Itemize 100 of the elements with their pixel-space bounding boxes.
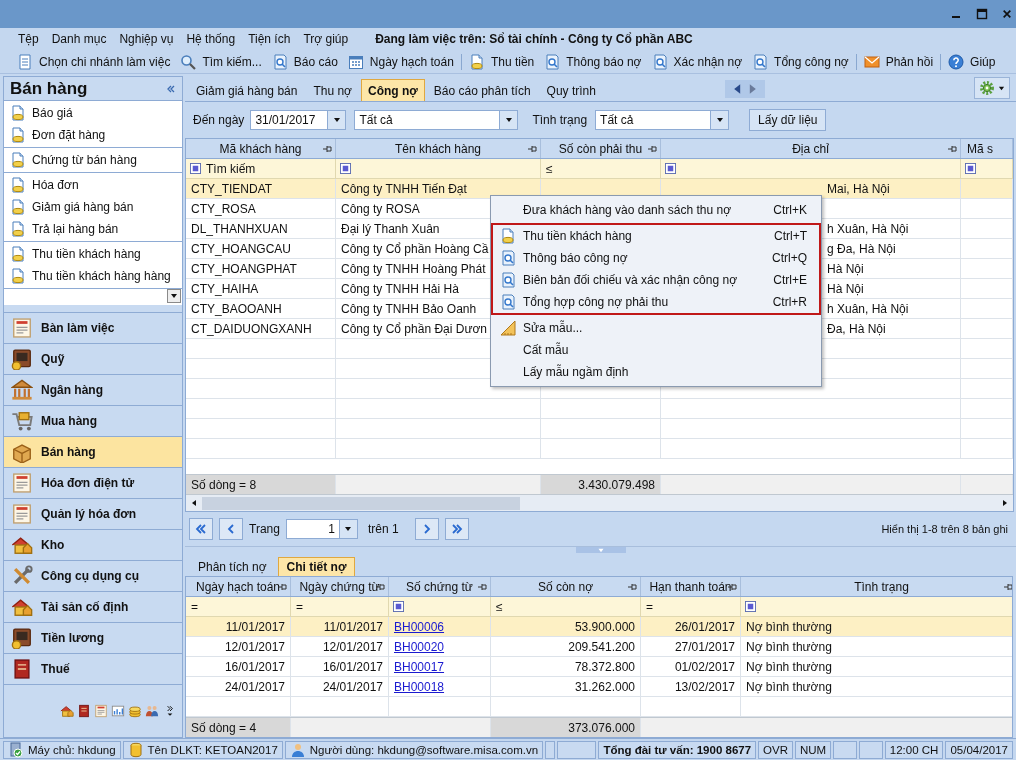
table-row[interactable]: 16/01/2017 16/01/2017 BH00017 78.372.800 01/02/2017 Nợ bình thường <box>186 657 1012 677</box>
scroll-right-icon[interactable] <box>1001 499 1009 507</box>
pin-icon[interactable] <box>647 144 657 154</box>
toolbar-button[interactable]: Báo cáo <box>266 50 343 73</box>
filter-operator[interactable]: = <box>190 599 199 614</box>
dropdown-button[interactable] <box>328 110 347 130</box>
menu-item[interactable]: Sửa mẫu... <box>493 317 819 339</box>
filter-icon[interactable] <box>745 601 756 612</box>
menu-item[interactable]: Biên bản đối chiếu và xác nhận công nợ Ctrl+E <box>493 269 819 291</box>
table-row[interactable]: 12/01/2017 12/01/2017 BH00020 209.541.200 27/01/2017 Nợ bình thường <box>186 637 1012 657</box>
column-header[interactable]: Số còn nợ <box>491 577 641 596</box>
menu-item[interactable]: Tổng hợp công nợ phải thu Ctrl+R <box>493 291 819 313</box>
filter-icon[interactable] <box>190 163 201 174</box>
menu-item[interactable]: Danh mục <box>51 32 107 46</box>
menu-item[interactable]: Đưa khách hàng vào danh sách thu nợ Ctrl+K <box>493 199 819 221</box>
toolbar-button[interactable]: Tổng công nợ <box>747 50 854 73</box>
filter-icon[interactable] <box>965 163 976 174</box>
menu-item[interactable]: Trợ giúp <box>303 32 349 46</box>
house-icon[interactable] <box>60 704 74 718</box>
toolbar-button[interactable]: Tìm kiếm... <box>175 50 267 73</box>
filter-operator[interactable]: ≤ <box>545 161 554 176</box>
pin-icon[interactable] <box>627 582 637 592</box>
menu-item[interactable]: Nghiệp vụ <box>119 32 174 46</box>
module-button[interactable]: Bán hàng <box>4 437 182 468</box>
load-data-button[interactable]: Lấy dữ liệu <box>749 109 827 131</box>
chart-icon[interactable] <box>111 704 125 718</box>
pin-icon[interactable] <box>477 582 487 592</box>
table-row[interactable]: 24/01/2017 24/01/2017 BH00018 31.262.000 13/02/2017 Nợ bình thường <box>186 677 1012 697</box>
menu-item[interactable]: Tiện ích <box>248 32 291 46</box>
settings-button[interactable] <box>974 77 1010 99</box>
pin-icon[interactable] <box>322 144 332 154</box>
menu-item[interactable]: Thông báo công nợ Ctrl+Q <box>493 247 819 269</box>
first-page-button[interactable] <box>189 518 213 540</box>
voucher-link[interactable]: BH00020 <box>394 639 445 654</box>
splitter-handle[interactable] <box>575 547 626 553</box>
tab[interactable]: Báo cáo phân tích <box>426 79 538 101</box>
toolbar-button[interactable]: Xác nhận nợ <box>646 50 748 73</box>
column-header[interactable]: Tên khách hàng <box>336 139 541 158</box>
voucher-link[interactable]: BH00006 <box>394 619 445 634</box>
menu-item[interactable]: Hệ thống <box>186 32 236 46</box>
filter-icon[interactable] <box>665 163 676 174</box>
book-icon[interactable] <box>77 704 91 718</box>
people-icon[interactable] <box>145 704 159 718</box>
column-header[interactable]: Mã s <box>961 139 1013 158</box>
menu-item[interactable]: Tệp <box>18 32 39 46</box>
toolbar-button[interactable]: Phản hồi <box>858 50 939 73</box>
table-row[interactable]: CTY_TIENDAT Công ty TNHH Tiến Đạt Mai, Hà Nội <box>186 179 1013 199</box>
column-header[interactable]: Số còn phải thu <box>541 139 661 158</box>
more-icon[interactable] <box>166 705 174 717</box>
maximize-icon[interactable] <box>976 8 988 20</box>
toolbar-button[interactable]: Chọn chi nhánh làm việc <box>12 50 176 73</box>
tab[interactable]: Quy trình <box>539 79 603 101</box>
task-item[interactable]: Đơn đặt hàng <box>4 124 182 146</box>
tab[interactable]: Thu nợ <box>306 79 359 101</box>
task-item[interactable]: Báo giá <box>4 102 182 124</box>
toolbar-button[interactable]: Thu tiền <box>463 50 540 73</box>
last-page-button[interactable] <box>444 518 469 540</box>
column-header[interactable]: Số chứng từ <box>389 577 491 596</box>
task-item[interactable]: Thu tiền khách hàng hàng <box>4 265 182 287</box>
date-field[interactable]: 31/01/2017 <box>250 110 329 130</box>
filter-icon[interactable] <box>393 601 404 612</box>
column-header[interactable]: Địa chỉ <box>661 139 961 158</box>
tab-scroll-buttons[interactable] <box>724 80 765 98</box>
search-filter-text[interactable]: Tìm kiếm <box>206 161 256 176</box>
close-icon[interactable] <box>1002 8 1012 20</box>
menu-item[interactable]: Thu tiền khách hàng Ctrl+T <box>493 225 819 247</box>
collapse-icon[interactable] <box>166 83 176 94</box>
task-item[interactable]: Trả lại hàng bán <box>4 218 182 240</box>
pin-icon[interactable] <box>277 582 287 592</box>
next-page-button[interactable] <box>414 518 439 540</box>
toolbar-button[interactable]: Ngày hạch toán <box>342 50 459 73</box>
menu-item[interactable]: Cất mẫu <box>493 339 819 361</box>
scroll-left-icon[interactable] <box>190 499 198 507</box>
pin-icon[interactable] <box>527 144 537 154</box>
column-header[interactable]: Tình trạng <box>741 577 1012 596</box>
menu-item[interactable]: Lấy mẫu ngầm định <box>493 361 819 383</box>
pin-icon[interactable] <box>947 144 957 154</box>
filter-operator[interactable]: = <box>645 599 654 614</box>
tab[interactable]: Giảm giá hàng bán <box>189 79 305 101</box>
scroll-thumb[interactable] <box>202 496 520 510</box>
scroll-down-button[interactable] <box>167 289 181 303</box>
task-item[interactable]: Hóa đơn <box>4 174 182 196</box>
column-header[interactable]: Ngày hạch toán <box>186 577 291 596</box>
pin-icon[interactable] <box>1003 582 1012 592</box>
column-header[interactable]: Hạn thanh toán <box>641 577 741 596</box>
tab[interactable]: Công nợ <box>360 79 425 101</box>
status-field[interactable]: Tất cả <box>595 110 712 130</box>
task-item[interactable]: Giảm giá hàng bán <box>4 196 182 218</box>
task-item[interactable]: Chứng từ bán hàng <box>4 149 182 171</box>
page-field[interactable]: 1 <box>285 519 340 539</box>
filter-operator[interactable]: ≤ <box>495 599 504 614</box>
toolbar-button[interactable]: Thông báo nợ <box>539 50 647 73</box>
table-row[interactable]: 11/01/2017 11/01/2017 BH00006 53.900.000 26/01/2017 Nợ bình thường <box>186 617 1012 637</box>
scope-field[interactable]: Tất cả <box>354 110 501 130</box>
column-header[interactable]: Mã khách hàng <box>186 139 336 158</box>
tab[interactable]: Chi tiết nợ <box>277 557 356 576</box>
previous-page-button[interactable] <box>219 518 243 540</box>
voucher-link[interactable]: BH00017 <box>394 659 445 674</box>
filter-operator[interactable]: = <box>295 599 304 614</box>
column-header[interactable]: Ngày chứng từ <box>291 577 389 596</box>
